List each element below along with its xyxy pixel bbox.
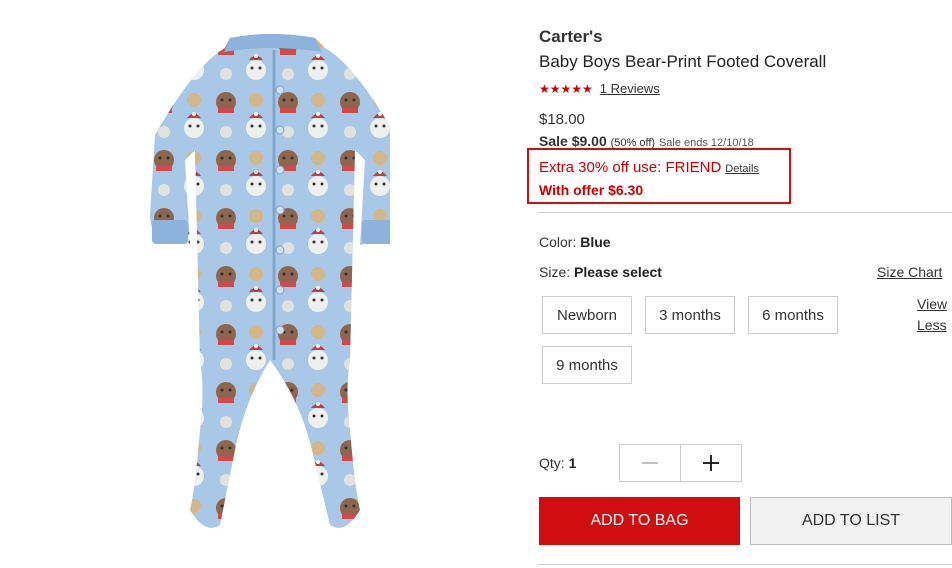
quantity-stepper	[619, 444, 742, 482]
coverall-illustration	[150, 34, 400, 528]
promo-details-link[interactable]: Details	[725, 163, 759, 175]
star-rating-icon: ★★★★★	[539, 81, 593, 96]
size-option-newborn[interactable]: Newborn	[542, 296, 632, 334]
quantity-label: Qty:	[539, 455, 565, 471]
offer-price: With offer $6.30	[539, 182, 644, 198]
size-label: Size:	[539, 264, 571, 280]
size-option-3-months[interactable]: 3 months	[645, 296, 735, 334]
quantity-label-row: Qty: 1	[539, 455, 576, 471]
size-option-9-months[interactable]: 9 months	[542, 346, 632, 384]
size-chart-link[interactable]: Size Chart	[877, 264, 942, 280]
size-selector-label: Size: Please select	[539, 264, 662, 280]
sale-price-line: Sale $9.00 (50% off) Sale ends 12/10/18	[539, 133, 754, 149]
promo-offer-box: Extra 30% off use: FRIEND Details With of…	[527, 148, 791, 204]
size-value: Please select	[574, 264, 662, 280]
quantity-increase-button[interactable]	[681, 445, 741, 481]
view-less-text[interactable]: View Less	[917, 296, 947, 333]
add-to-list-button[interactable]: ADD TO LIST	[750, 497, 952, 545]
promo-code-line: Extra 30% off use: FRIEND Details	[539, 159, 759, 176]
original-price: $18.00	[539, 111, 585, 128]
rating-row: ★★★★★ 1 Reviews	[539, 81, 660, 96]
minus-icon	[642, 462, 658, 464]
quantity-value: 1	[568, 455, 577, 471]
sale-price: Sale $9.00	[539, 133, 607, 149]
product-image[interactable]	[150, 30, 400, 530]
color-label: Color:	[539, 234, 577, 250]
product-title: Baby Boys Bear-Print Footed Coverall	[539, 52, 827, 71]
divider	[539, 212, 952, 213]
plus-icon	[703, 455, 719, 471]
quantity-decrease-button[interactable]	[620, 445, 681, 481]
bottom-divider	[539, 564, 952, 565]
size-option-6-months[interactable]: 6 months	[748, 296, 838, 334]
reviews-link[interactable]: 1 Reviews	[600, 81, 660, 96]
promo-code-text: Extra 30% off use: FRIEND	[539, 159, 722, 176]
brand-name: Carter's	[539, 27, 603, 46]
color-selector-label: Color: Blue	[539, 234, 611, 250]
view-less-link[interactable]: View Less	[917, 294, 952, 336]
color-value: Blue	[580, 234, 611, 250]
add-to-bag-button[interactable]: ADD TO BAG	[539, 497, 740, 545]
